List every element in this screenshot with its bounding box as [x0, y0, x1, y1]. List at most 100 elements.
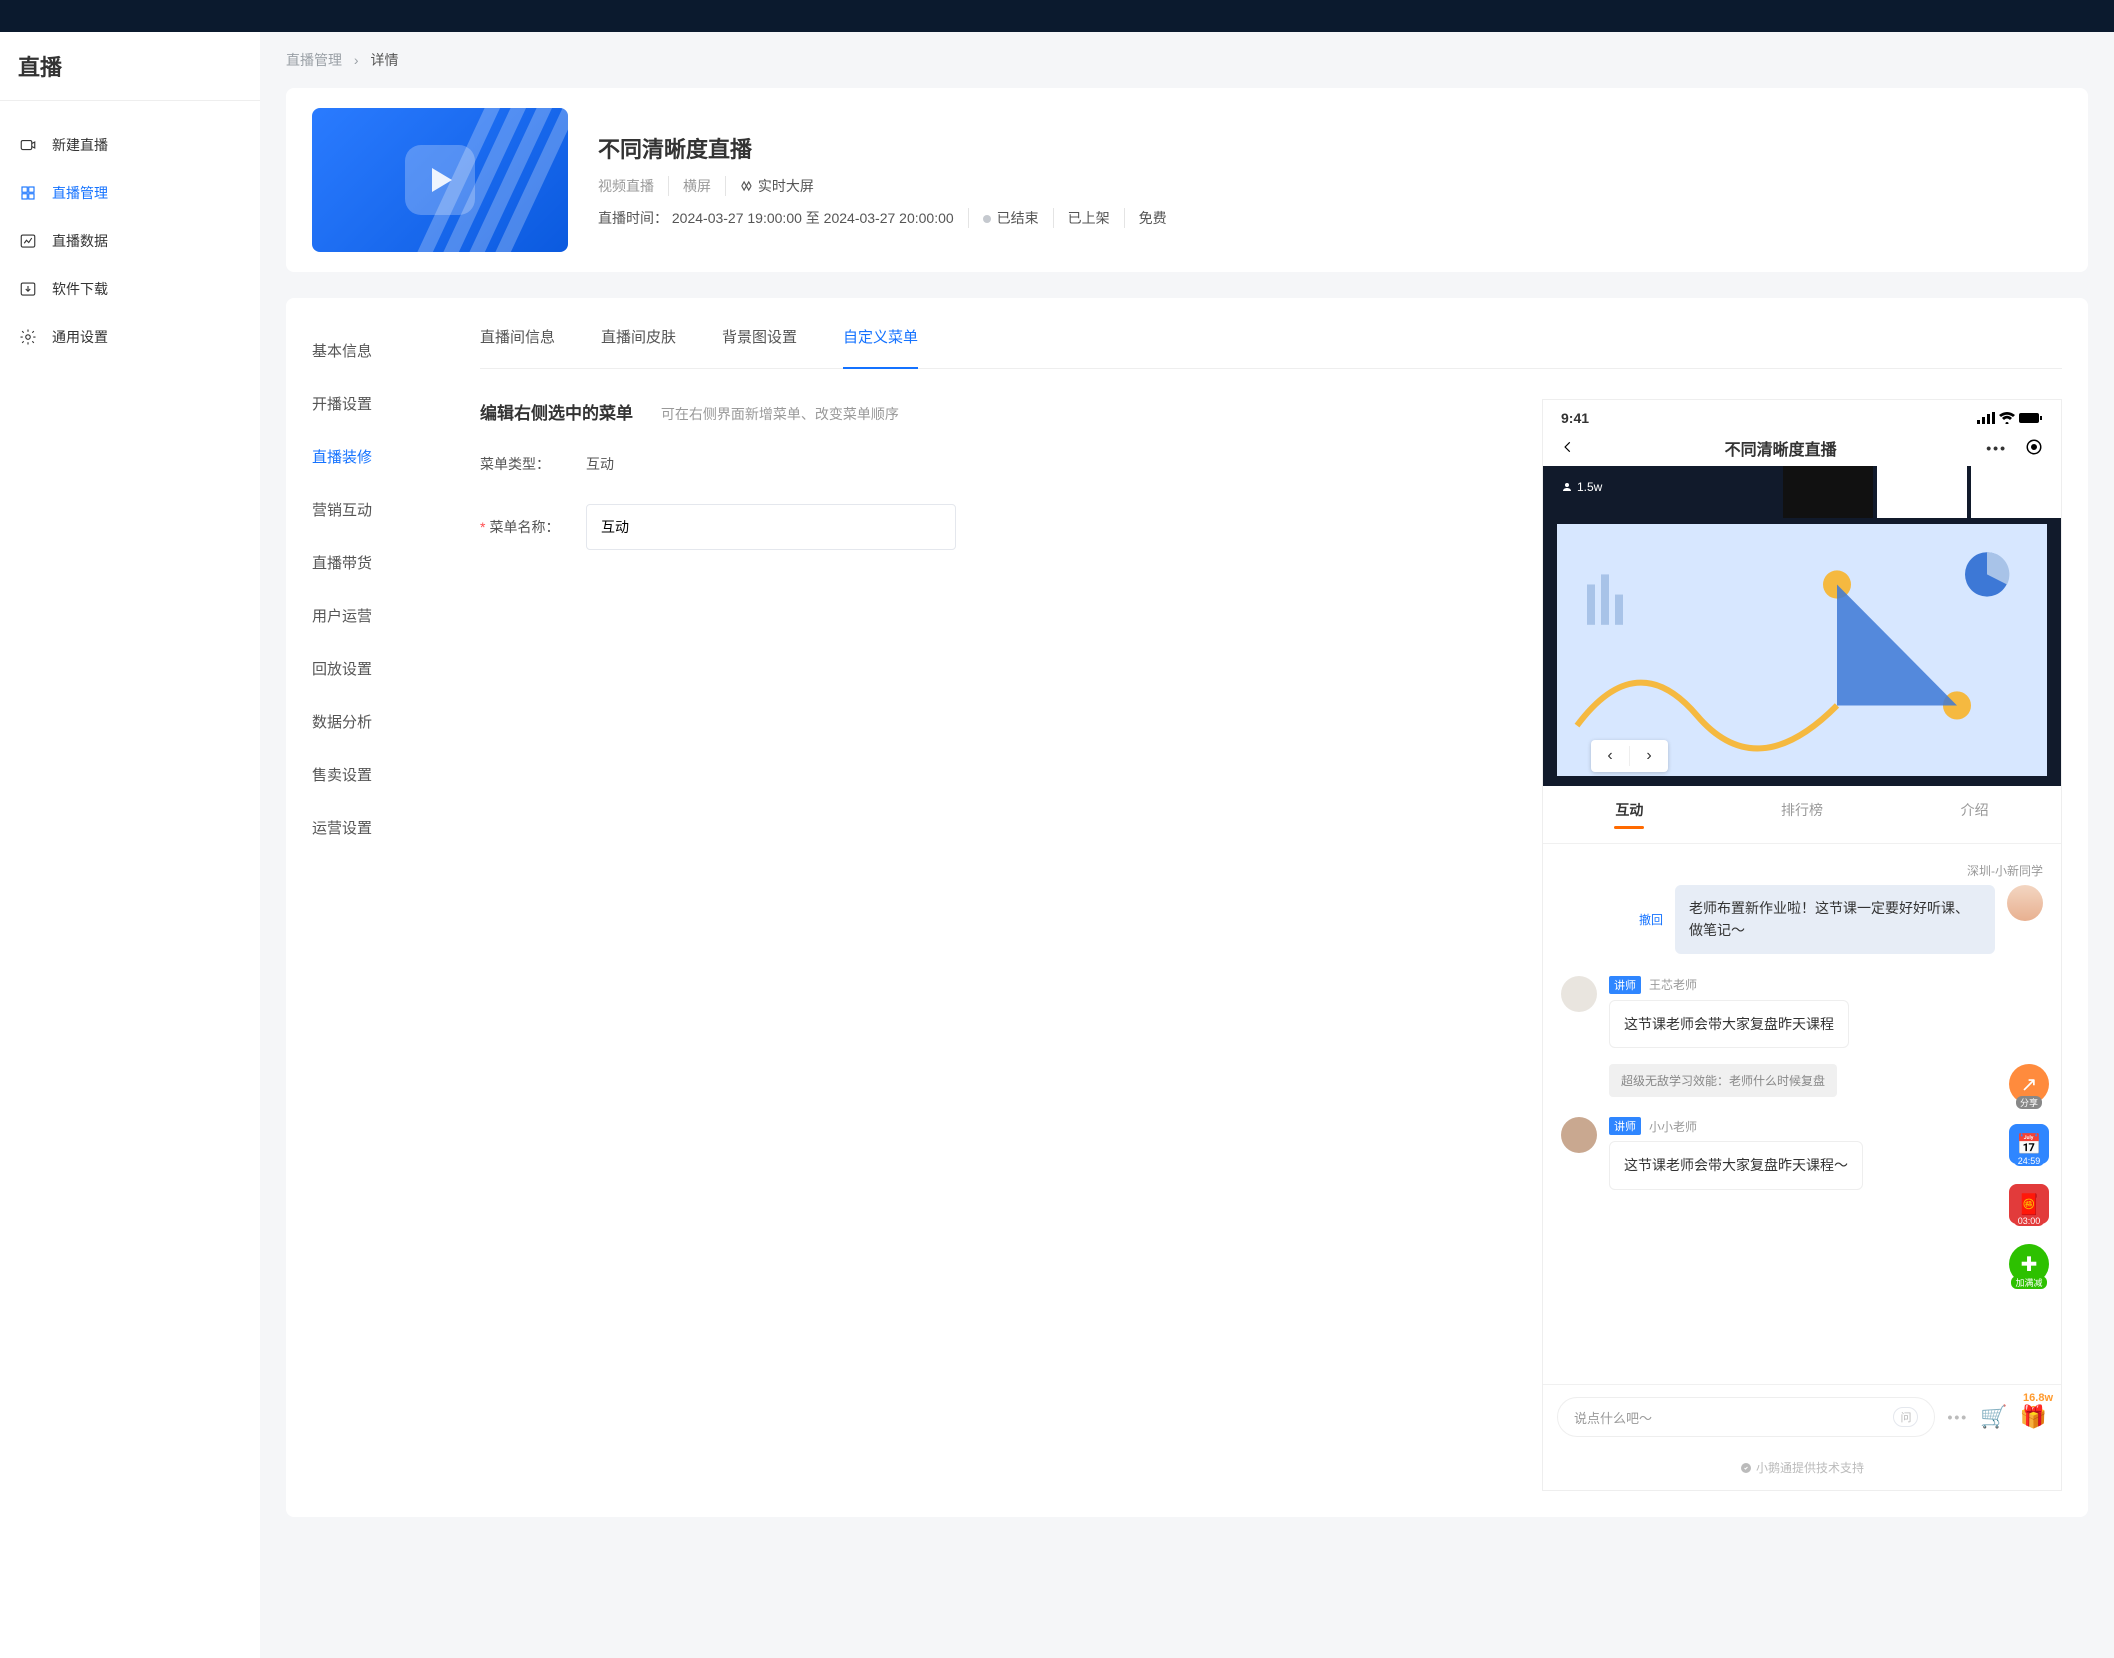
video-canvas [1557, 524, 2047, 776]
chat-input[interactable]: 说点什么吧～ 问 [1557, 1397, 1935, 1437]
redpacket-icon[interactable]: 🧧03:00 [2009, 1184, 2049, 1224]
nav-settings[interactable]: 通用设置 [0, 313, 260, 361]
time-value: 2024-03-27 19:00:00 至 2024-03-27 20:00:0… [672, 210, 954, 226]
price: 免费 [1124, 208, 1181, 228]
phone-title: 不同清晰度直播 [1725, 436, 1837, 460]
submenu-analytics[interactable]: 数据分析 [312, 695, 446, 748]
gift-icon[interactable]: 🎁16.8w [2020, 1404, 2047, 1430]
plus-video-icon [18, 135, 38, 155]
live-meta: 不同清晰度直播 视频直播 横屏 实时大屏 直播时间： 2024-03-27 19… [598, 132, 2062, 228]
target-icon[interactable] [2025, 438, 2043, 459]
more-options-icon[interactable]: ••• [1947, 1409, 1968, 1425]
nav-download[interactable]: 软件下载 [0, 265, 260, 313]
app-title: 直播 [0, 50, 260, 101]
submenu-sales[interactable]: 售卖设置 [312, 748, 446, 801]
chat-input-bar: 说点什么吧～ 问 ••• 🛒 🎁16.8w [1543, 1384, 2061, 1449]
camera-tile [1971, 466, 2061, 518]
cart-icon[interactable]: 🛒 [1980, 1404, 2007, 1430]
ask-badge[interactable]: 问 [1893, 1407, 1918, 1427]
status-published: 已上架 [1053, 208, 1124, 228]
msg-username: 王芯老师 [1649, 976, 1697, 993]
tab-room-info[interactable]: 直播间信息 [480, 306, 555, 368]
tab-background[interactable]: 背景图设置 [722, 306, 797, 368]
primary-sidebar: 直播 新建直播 直播管理 直播数据 软件下载 通用设置 [0, 32, 260, 1658]
msg-username: 小小老师 [1649, 1118, 1697, 1135]
live-info-card: 不同清晰度直播 视频直播 横屏 实时大屏 直播时间： 2024-03-27 19… [286, 88, 2088, 272]
chat-tab-rank[interactable]: 排行榜 [1716, 786, 1889, 843]
submenu-start-settings[interactable]: 开播设置 [312, 377, 446, 430]
content-card: 基本信息 开播设置 直播装修 营销互动 直播带货 用户运营 回放设置 数据分析 … [286, 298, 2088, 1517]
live-title: 不同清晰度直播 [598, 132, 2062, 164]
menu-name-label: 菜单名称： [489, 519, 559, 535]
live-type: 视频直播 [598, 176, 668, 196]
form-area: 编辑右侧选中的菜单 可在右侧界面新增菜单、改变菜单顺序 菜单类型： 互动 *菜单… [480, 399, 1512, 1491]
float-actions: ↗分享 📅24:59 🧧03:00 ✚加满减 [2009, 1064, 2049, 1284]
chat-tab-intro[interactable]: 介绍 [1888, 786, 2061, 843]
tab-skin[interactable]: 直播间皮肤 [601, 306, 676, 368]
submenu-ops[interactable]: 运营设置 [312, 801, 446, 854]
more-icon[interactable]: ••• [1986, 440, 2007, 456]
download-icon [18, 279, 38, 299]
next-icon[interactable]: › [1630, 740, 1668, 772]
panel-body: 编辑右侧选中的菜单 可在右侧界面新增菜单、改变菜单顺序 菜单类型： 互动 *菜单… [480, 369, 2062, 1491]
secondary-menu: 基本信息 开播设置 直播装修 营销互动 直播带货 用户运营 回放设置 数据分析 … [312, 306, 446, 1491]
live-thumbnail [312, 108, 568, 252]
main-content: 直播管理 › 详情 不同清晰度直播 视频直播 横屏 实时大屏 [260, 32, 2114, 1658]
realtime-dashboard-link[interactable]: 实时大屏 [725, 176, 828, 196]
provider-footer: 小鹅通提供技术支持 [1543, 1449, 2061, 1490]
calendar-icon[interactable]: 📅24:59 [2009, 1124, 2049, 1164]
avatar [1561, 1117, 1597, 1153]
submenu-user-ops[interactable]: 用户运营 [312, 589, 446, 642]
tab-custom-menu[interactable]: 自定义菜单 [843, 306, 918, 369]
msg-bubble: 老师布置新作业啦！这节课一定要好好听课、做笔记～ [1675, 885, 1995, 954]
live-orientation: 横屏 [668, 176, 725, 196]
nav-item-label: 通用设置 [52, 327, 108, 347]
teacher-badge: 讲师 [1609, 976, 1641, 994]
chat-message: 深圳-小新同学 撤回 老师布置新作业啦！这节课一定要好好听课、做笔记～ [1561, 862, 2043, 954]
signal-icon [1977, 412, 1995, 424]
nav-live-manage[interactable]: 直播管理 [0, 169, 260, 217]
phone-frame: 9:41 不同清晰度直播 [1542, 399, 2062, 1491]
menu-type-label: 菜单类型： [480, 454, 586, 474]
breadcrumb-link[interactable]: 直播管理 [286, 52, 342, 68]
submenu-basic-info[interactable]: 基本信息 [312, 324, 446, 377]
avatar [1561, 976, 1597, 1012]
back-icon[interactable] [1561, 440, 1575, 457]
wechat-icon[interactable]: ✚加满减 [2009, 1244, 2049, 1284]
chat-message: 讲师 小小老师 这节课老师会带大家复盘昨天课程～ [1561, 1117, 2043, 1189]
msg-bubble: 这节课老师会带大家复盘昨天课程～ [1609, 1141, 1863, 1189]
form-hint: 可在右侧界面新增菜单、改变菜单顺序 [661, 406, 899, 422]
menu-name-input[interactable] [586, 504, 956, 550]
msg-bubble: 这节课老师会带大家复盘昨天课程 [1609, 1000, 1849, 1048]
submenu-decoration[interactable]: 直播装修 [312, 430, 446, 483]
chat-tab-interact[interactable]: 互动 [1543, 786, 1716, 843]
chat-area: 深圳-小新同学 撤回 老师布置新作业啦！这节课一定要好好听课、做笔记～ [1543, 844, 2061, 1384]
chat-tabs: 互动 排行榜 介绍 [1543, 786, 2061, 844]
camera-tile [1783, 466, 1873, 518]
teacher-badge: 讲师 [1609, 1117, 1641, 1135]
phone-preview: 9:41 不同清晰度直播 [1542, 399, 2062, 1491]
nav-new-live[interactable]: 新建直播 [0, 121, 260, 169]
submenu-replay[interactable]: 回放设置 [312, 642, 446, 695]
breadcrumb-sep: › [354, 52, 359, 68]
submenu-commerce[interactable]: 直播带货 [312, 536, 446, 589]
share-icon[interactable]: ↗分享 [2009, 1064, 2049, 1104]
battery-icon [2019, 412, 2043, 424]
form-heading: 编辑右侧选中的菜单 [480, 399, 633, 424]
camera-tile [1877, 466, 1967, 518]
submenu-marketing[interactable]: 营销互动 [312, 483, 446, 536]
status-icons [1977, 412, 2043, 424]
chart-icon [18, 231, 38, 251]
nav-live-data[interactable]: 直播数据 [0, 217, 260, 265]
nav-item-label: 直播管理 [52, 183, 108, 203]
content-body: 直播间信息 直播间皮肤 背景图设置 自定义菜单 编辑右侧选中的菜单 可在右侧界面… [446, 306, 2062, 1491]
slide-pager[interactable]: ‹ › [1591, 740, 1668, 772]
nav-item-label: 软件下载 [52, 279, 108, 299]
prev-icon[interactable]: ‹ [1591, 740, 1629, 772]
phone-time: 9:41 [1561, 410, 1589, 426]
breadcrumb: 直播管理 › 详情 [286, 50, 2088, 70]
revoke-button[interactable]: 撤回 [1639, 911, 1663, 928]
status-ended: 已结束 [997, 210, 1039, 226]
wifi-icon [1999, 412, 2015, 424]
audience-count: 1.5w [1561, 480, 1602, 494]
